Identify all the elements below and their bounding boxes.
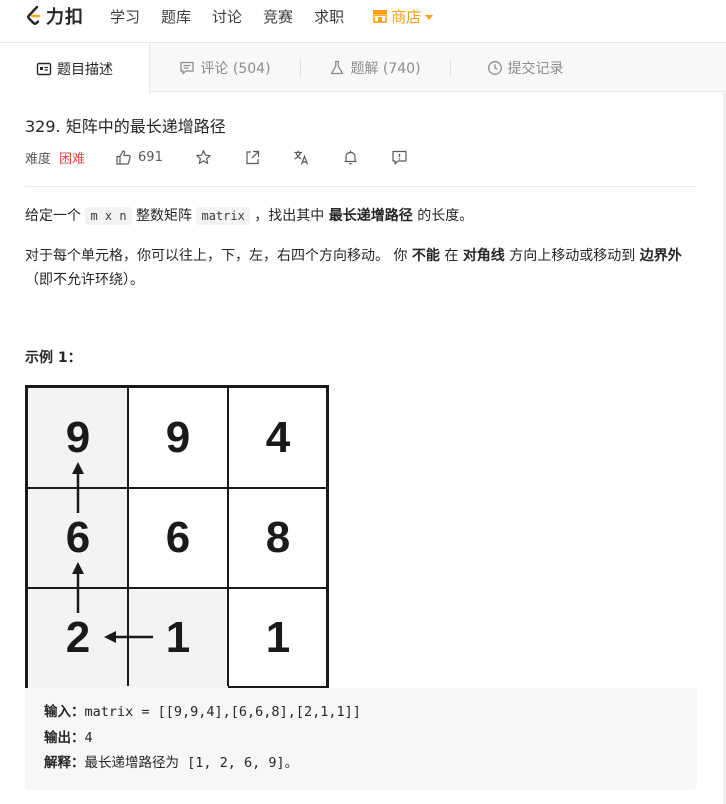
nav-link-jobs[interactable]: 求职 [314,6,344,27]
tab-submissions-label: 提交记录 [507,61,564,77]
top-navbar: 力扣 学习 题库 讨论 竞赛 求职 商店 [0,0,726,32]
nav-link-contest[interactable]: 竞赛 [263,6,293,27]
inline-code: m x n [85,207,132,225]
input-label: 输入： [44,704,85,720]
bold-text: 边界外 [639,248,682,264]
text: ，找出其中 [249,208,329,224]
text: （即不允许环绕）。 [25,272,144,288]
description-icon [36,62,52,75]
comment-icon [180,61,195,75]
clock-icon [487,61,502,75]
tab-solutions[interactable]: 题解 (740) [300,43,450,93]
example-matrix-figure: 9 9 4 6 6 8 2 1 1 [25,385,329,689]
text: 给定一个 [25,208,86,224]
nav-shop-dropdown[interactable]: 商店 [372,6,434,27]
input-value: matrix = [[9,9,4],[6,6,8],[2,1,1]] [84,704,361,720]
leetcode-logo[interactable]: 力扣 [25,3,84,29]
like-button[interactable]: 691 [115,149,163,166]
shop-icon [373,10,388,23]
share-icon [246,150,259,164]
output-label: 输出： [44,729,85,746]
bold-text: 最长递增路径 [328,208,413,224]
like-icon [116,149,131,165]
leetcode-logo-icon [27,5,41,25]
explanation-label: 解释： [44,755,85,771]
example-output: 输出：4 [44,726,697,752]
nav-shop-label: 商店 [391,7,422,26]
bold-text: 对角线 [462,248,505,264]
output-value: 4 [84,729,93,746]
difficulty-badge: 困难 [59,151,86,167]
tab-comments-label: 评论 (504) [200,61,271,77]
path-arrows [72,462,153,643]
translate-button[interactable] [293,149,310,166]
example-input: 输入：matrix = [[9,9,4],[6,6,8],[2,1,1]] [44,700,697,726]
tab-comments[interactable]: 评论 (504) [150,43,300,93]
text: 在 [439,248,463,264]
feedback-icon [392,150,407,164]
flask-icon [331,60,344,75]
text: 对于每个单元格，你可以往上，下，左，右四个方向移动。 你 [25,248,412,264]
explanation-value: 最长递增路径为 [1, 2, 6, 9]。 [84,755,299,771]
example-title: 示例 1： [25,350,82,366]
text: 的长度。 [412,208,474,224]
problem-meta-bar: 难度 困难 691 [25,146,408,168]
example-explanation: 解释：最长递增路径为 [1, 2, 6, 9]。 [44,751,697,777]
tab-solutions-label: 题解 (740) [350,61,421,77]
favorite-button[interactable] [195,149,212,166]
problem-tabbar: 题目描述 评论 (504) 题解 (740) 提交记录 [0,42,726,94]
logo-text: 力扣 [46,7,84,28]
tab-description[interactable]: 题目描述 [0,43,150,94]
text: 方向上移动或移动到 [504,248,640,264]
text: 整数矩阵 [131,208,197,224]
description-paragraph-2: 对于每个单元格，你可以往上，下，左，右四个方向移动。 你 不能 在 对角线 方向… [25,244,697,292]
feedback-button[interactable] [391,149,408,166]
tab-description-label: 题目描述 [57,61,113,78]
example-code-block: 输入：matrix = [[9,9,4],[6,6,8],[2,1,1]] 输出… [25,688,697,790]
chevron-down-icon [425,14,434,20]
nav-link-learn[interactable]: 学习 [110,6,140,27]
subscribe-button[interactable] [342,149,359,166]
inline-code: matrix [196,207,250,225]
nav-link-discuss[interactable]: 讨论 [212,6,242,27]
tab-submissions[interactable]: 提交记录 [450,43,600,93]
translate-icon [294,150,308,165]
divider [25,186,697,187]
problem-title: 329. 矩阵中的最长递增路径 [25,117,226,136]
star-icon [196,149,211,164]
like-count: 691 [138,149,163,165]
nav-link-problemset[interactable]: 题库 [161,6,191,27]
description-paragraph-1: 给定一个 m x n 整数矩阵 matrix ，找出其中 最长递增路径 的长度。 [25,204,697,228]
bell-icon [344,150,357,164]
bold-text: 不能 [411,248,440,264]
difficulty-label: 难度 [25,151,52,167]
share-button[interactable] [244,149,261,166]
